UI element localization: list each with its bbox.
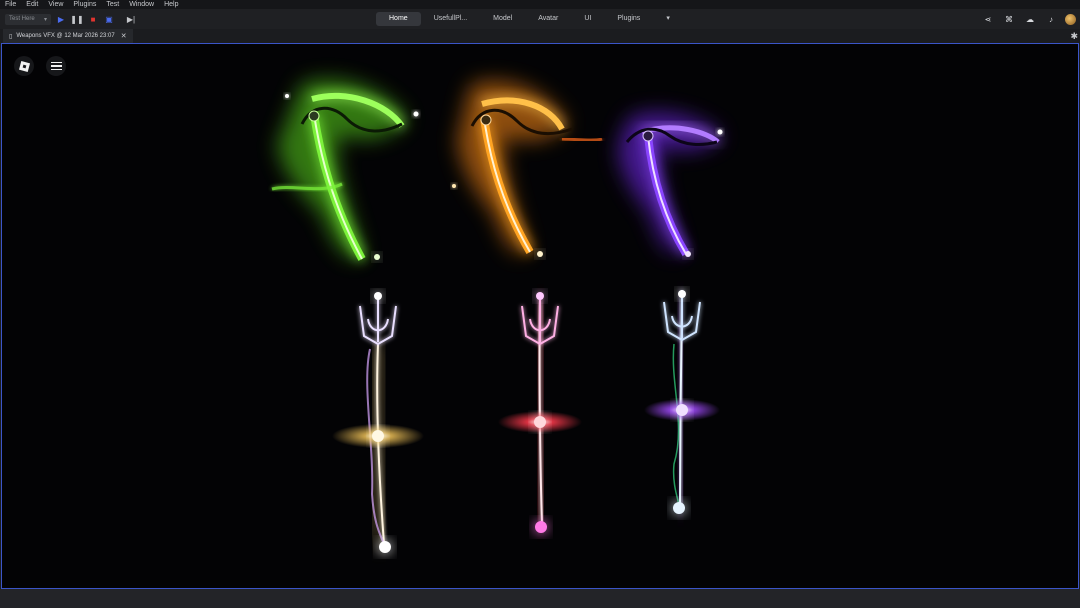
hamburger-menu-button[interactable] — [46, 56, 66, 76]
gear-icon[interactable]: ✱ — [1070, 31, 1078, 42]
play-icon: ▶ — [57, 14, 65, 24]
pause-icon: ❚❚ — [70, 14, 84, 24]
toolbar: Test Here ▾ ▶ ❚❚ ■ ▣ ▶| Home UsefullPl..… — [0, 9, 1080, 29]
menu-view[interactable]: View — [43, 0, 68, 9]
gold-trident — [332, 292, 424, 553]
chevron-down-icon: ▾ — [666, 15, 670, 22]
chevron-down-icon: ▾ — [43, 16, 47, 23]
orange-scythe — [452, 80, 603, 257]
document-tab-label: Weapons VFX @ 12 Mar 2026 23:07 — [16, 33, 115, 39]
menu-help[interactable]: Help — [159, 0, 183, 9]
viewport[interactable] — [1, 43, 1079, 589]
collaborate-button[interactable]: ⌘ — [1003, 13, 1015, 25]
share-icon: ⋖ — [984, 14, 992, 24]
menu-bar: File Edit View Plugins Test Window Help — [0, 0, 1080, 9]
tab-plugins[interactable]: Plugins — [604, 12, 653, 26]
roblox-logo-icon — [18, 60, 30, 72]
hamburger-menu-icon — [50, 62, 62, 64]
violet-trident — [644, 290, 720, 514]
tab-model[interactable]: Model — [480, 12, 525, 26]
share-button[interactable]: ⋖ — [982, 13, 994, 25]
cloud-icon: ☁ — [1026, 14, 1034, 24]
menu-edit[interactable]: Edit — [21, 0, 43, 9]
ribbon-tabs: Home UsefullPl... Model Avatar UI Plugin… — [376, 12, 683, 26]
status-bar — [0, 589, 1080, 608]
step-forward-icon: ▶| — [126, 14, 136, 24]
notifications-button[interactable]: ♪ — [1045, 13, 1057, 25]
cloud-button[interactable]: ☁ — [1024, 13, 1036, 25]
test-location-label: Test Here — [9, 16, 35, 22]
collaborate-icon: ⌘ — [1005, 14, 1013, 24]
tab-ui[interactable]: UI — [571, 12, 604, 26]
green-scythe — [271, 79, 419, 261]
purple-scythe — [618, 112, 723, 257]
hamburger-line — [50, 68, 62, 70]
stop-button[interactable]: ■ — [87, 13, 99, 25]
close-icon[interactable]: ✕ — [121, 32, 127, 40]
vfx-scene — [271, 79, 723, 553]
hamburger-line — [50, 65, 62, 67]
roblox-logo-button[interactable] — [14, 56, 34, 76]
stop-icon: ■ — [90, 14, 96, 24]
tab-avatar[interactable]: Avatar — [525, 12, 571, 26]
record-button[interactable]: ▣ — [103, 13, 115, 25]
document-tabs: ▯ Weapons VFX @ 12 Mar 2026 23:07 ✕ — [0, 29, 1080, 43]
step-button[interactable]: ▶| — [125, 13, 137, 25]
play-button[interactable]: ▶ — [55, 13, 67, 25]
document-tab[interactable]: ▯ Weapons VFX @ 12 Mar 2026 23:07 ✕ — [3, 29, 133, 43]
tab-home[interactable]: Home — [376, 12, 421, 26]
menu-file[interactable]: File — [0, 0, 21, 9]
toolbar-right-icons: ⋖ ⌘ ☁ ♪ — [973, 12, 1076, 26]
document-icon: ▯ — [9, 33, 13, 40]
tab-usefull-plugins[interactable]: UsefullPl... — [421, 12, 480, 26]
tabs-more-button[interactable]: ▾ — [653, 12, 683, 26]
camera-icon: ▣ — [105, 14, 113, 24]
bell-icon: ♪ — [1049, 14, 1053, 24]
red-trident — [498, 292, 582, 533]
menu-test[interactable]: Test — [101, 0, 124, 9]
avatar[interactable] — [1065, 13, 1076, 25]
test-location-dropdown[interactable]: Test Here ▾ — [5, 13, 51, 25]
pause-button[interactable]: ❚❚ — [70, 13, 84, 25]
menu-plugins[interactable]: Plugins — [68, 0, 101, 9]
menu-window[interactable]: Window — [124, 0, 159, 9]
